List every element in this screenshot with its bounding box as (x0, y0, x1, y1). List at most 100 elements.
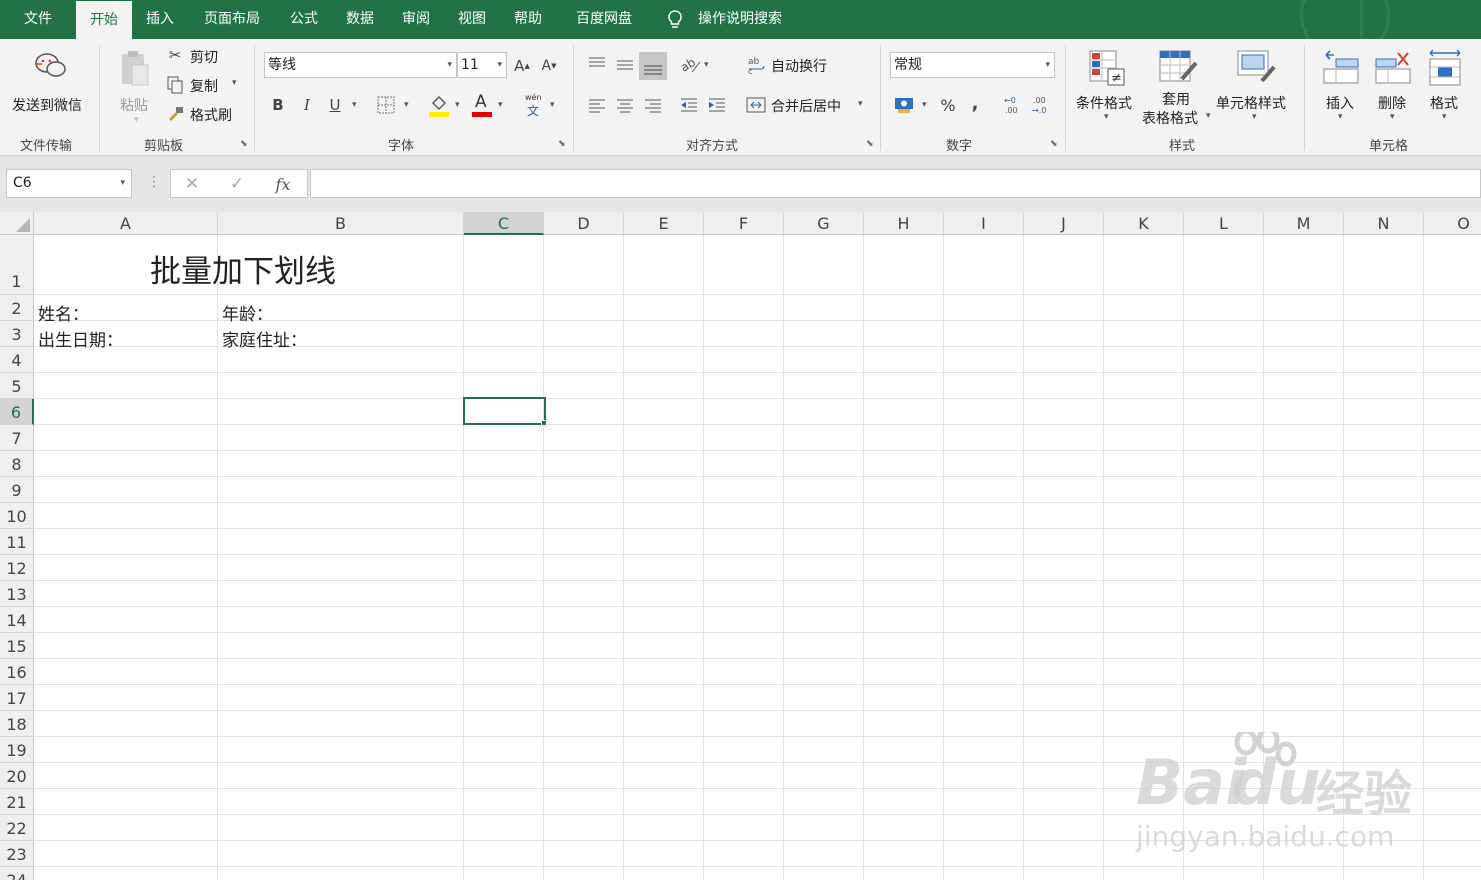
worksheet-grid[interactable]: A B C D E F G H I J K L M N O 1 2 3 4 5 6 7 8 9 10 11 12 13 14 15 16 17… (0, 212, 1481, 880)
copy-button[interactable]: 复制 ▾ (166, 74, 246, 96)
row-header-22[interactable]: 22 (0, 815, 34, 841)
chevron-down-icon[interactable]: ▾ (404, 100, 409, 110)
row-header-3[interactable]: 3 (0, 321, 34, 347)
row-header-1[interactable]: 1 (0, 235, 34, 295)
row-header-21[interactable]: 21 (0, 789, 34, 815)
row-header-15[interactable]: 15 (0, 633, 34, 659)
tab-0[interactable]: 文件 (0, 0, 76, 39)
column-header-i[interactable]: I (944, 212, 1024, 235)
chevron-down-icon[interactable]: ▾ (922, 100, 927, 110)
tab-1[interactable]: 开始 (76, 1, 132, 39)
check-icon[interactable]: ✓ (226, 173, 248, 195)
row-header-13[interactable]: 13 (0, 581, 34, 607)
column-header-e[interactable]: E (624, 212, 704, 235)
tab-5[interactable]: 数据 (332, 0, 388, 39)
drag-handle-icon[interactable]: ⋮ (147, 174, 161, 190)
row-header-9[interactable]: 9 (0, 477, 34, 503)
cancel-icon[interactable]: ✕ (181, 173, 203, 195)
increase-font-size-icon[interactable]: A ▲ (512, 55, 532, 77)
dialog-launcher-icon[interactable]: ⬊ (240, 139, 248, 149)
chevron-down-icon[interactable]: ▾ (352, 100, 357, 110)
number-format-select[interactable]: 常规 ▾ (890, 52, 1055, 78)
row-header-23[interactable]: 23 (0, 841, 34, 867)
row-header-8[interactable]: 8 (0, 451, 34, 477)
format-cells-button[interactable]: 格式 ▾ (1420, 45, 1470, 129)
active-cell-selection[interactable] (463, 397, 546, 425)
percent-style-button[interactable]: % (937, 94, 959, 116)
cell-styles-button[interactable]: 单元格样式 ▾ (1214, 45, 1298, 129)
format-painter-button[interactable]: 格式刷 (166, 103, 246, 125)
format-as-table-button[interactable]: 套用 表格格式 ▾ (1140, 45, 1216, 129)
tab-3[interactable]: 页面布局 (188, 0, 276, 39)
row-header-16[interactable]: 16 (0, 659, 34, 685)
column-header-a[interactable]: A (34, 212, 218, 235)
row-header-10[interactable]: 10 (0, 503, 34, 529)
phonetic-guide-button[interactable]: wén 文 (523, 93, 549, 118)
orientation-icon[interactable]: ab (678, 54, 702, 76)
comma-style-button[interactable]: , (966, 92, 984, 114)
row-header-20[interactable]: 20 (0, 763, 34, 789)
bold-button[interactable]: B (268, 94, 288, 116)
column-header-d[interactable]: D (544, 212, 624, 235)
increase-decimal-icon[interactable]: ←0.00 (1002, 94, 1026, 116)
delete-cells-button[interactable]: 删除 ▾ (1368, 45, 1418, 129)
column-header-f[interactable]: F (704, 212, 784, 235)
font-color-icon[interactable]: A (471, 92, 493, 118)
fill-color-icon[interactable] (428, 94, 450, 118)
currency-icon[interactable] (893, 94, 917, 116)
row-header-5[interactable]: 5 (0, 373, 34, 399)
row-header-14[interactable]: 14 (0, 607, 34, 633)
row-header-19[interactable]: 19 (0, 737, 34, 763)
tab-4[interactable]: 公式 (276, 0, 332, 39)
font-name-select[interactable]: 等线 ▾ (264, 52, 457, 78)
align-center-icon[interactable] (614, 94, 636, 116)
column-header-m[interactable]: M (1264, 212, 1344, 235)
send-to-wechat-button[interactable]: 发送到微信 (6, 45, 94, 125)
row-header-17[interactable]: 17 (0, 685, 34, 711)
select-all-button[interactable] (0, 212, 34, 235)
tab-9[interactable]: 百度网盘 (556, 0, 652, 39)
underline-button[interactable]: U (325, 94, 345, 116)
name-box[interactable]: C6 ▾ (6, 169, 132, 198)
column-header-h[interactable]: H (864, 212, 944, 235)
font-size-select[interactable]: 11 ▾ (457, 52, 507, 78)
tab-7[interactable]: 视图 (444, 0, 500, 39)
chevron-down-icon[interactable]: ▾ (498, 100, 503, 110)
align-bottom-icon[interactable] (639, 52, 667, 80)
row-header-6[interactable]: 6 (0, 399, 34, 425)
cut-button[interactable]: ✂ 剪切 (166, 45, 246, 67)
row-header-24[interactable]: 24 (0, 867, 34, 880)
dialog-launcher-icon[interactable]: ⬊ (866, 139, 874, 149)
align-top-icon[interactable] (586, 54, 608, 76)
column-header-b[interactable]: B (218, 212, 464, 235)
tell-me-search[interactable]: 操作说明搜索 (698, 0, 782, 39)
dialog-launcher-icon[interactable]: ⬊ (558, 139, 566, 149)
row-header-12[interactable]: 12 (0, 555, 34, 581)
dialog-launcher-icon[interactable]: ⬊ (1050, 139, 1058, 149)
formula-input[interactable] (310, 169, 1481, 198)
conditional-formatting-button[interactable]: ≠ 条件格式 ▾ (1072, 45, 1142, 129)
column-header-j[interactable]: J (1024, 212, 1104, 235)
borders-icon[interactable] (377, 96, 395, 114)
row-header-4[interactable]: 4 (0, 347, 34, 373)
chevron-down-icon[interactable]: ▾ (704, 60, 709, 70)
column-header-l[interactable]: L (1184, 212, 1264, 235)
tab-6[interactable]: 审阅 (388, 0, 444, 39)
row-header-2[interactable]: 2 (0, 295, 34, 321)
column-header-g[interactable]: G (784, 212, 864, 235)
column-header-n[interactable]: N (1344, 212, 1424, 235)
insert-cells-button[interactable]: 插入 ▾ (1316, 45, 1366, 129)
align-left-icon[interactable] (586, 94, 608, 116)
column-header-k[interactable]: K (1104, 212, 1184, 235)
italic-button[interactable]: I (297, 94, 317, 116)
decrease-decimal-icon[interactable]: .00 →.0 (1030, 94, 1054, 116)
tab-2[interactable]: 插入 (132, 0, 188, 39)
paste-button[interactable]: 粘贴 ▾ (112, 45, 160, 125)
chevron-down-icon[interactable]: ▾ (550, 100, 555, 110)
row-header-18[interactable]: 18 (0, 711, 34, 737)
insert-function-icon[interactable]: fx (271, 173, 295, 195)
increase-indent-icon[interactable] (706, 94, 728, 116)
row-header-7[interactable]: 7 (0, 425, 34, 451)
decrease-font-size-icon[interactable]: A ▼ (539, 55, 559, 77)
column-header-o[interactable]: O (1424, 212, 1481, 235)
